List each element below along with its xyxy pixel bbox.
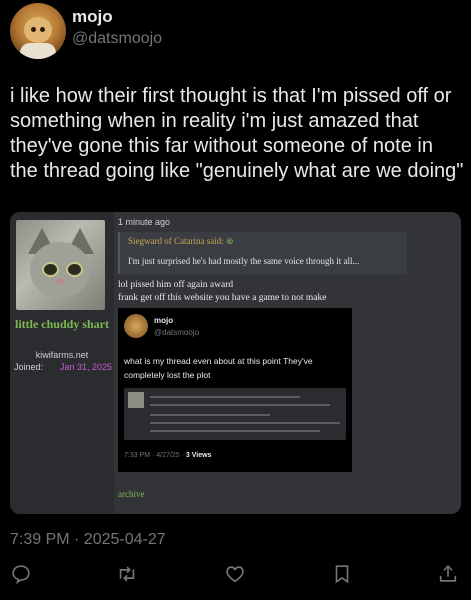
author-handle[interactable]: @datsmoojo <box>72 30 162 48</box>
post-time: 1 minute ago <box>118 217 171 227</box>
quote-text: I'm just surprised he's had mostly the s… <box>128 256 360 266</box>
embedded-text: what is my thread even about at this poi… <box>124 356 313 380</box>
tweet-text: i like how their first thought is that I… <box>10 85 464 182</box>
retweet-icon[interactable] <box>116 563 138 585</box>
quote-jump-icon: ⊛ <box>225 236 234 246</box>
archive-link[interactable]: archive <box>118 489 144 499</box>
embedded-time: 7:33 PM · 4/27/25 · <box>124 452 186 459</box>
quote-block: Siegward of Catarina said: ⊛ I'm just su… <box>118 232 407 274</box>
reply-icon[interactable] <box>10 563 32 585</box>
like-icon[interactable] <box>224 563 246 585</box>
joined-date: Jan 31, 2025 <box>60 362 113 372</box>
quote-author: Siegward of Catarina said: <box>128 236 224 246</box>
embedded-name: mojo <box>154 316 174 325</box>
post-body: 1 minute ago Siegward of Catarina said: … <box>114 212 461 514</box>
embedded-handle: @datsmoojo <box>154 328 200 337</box>
action-bar <box>0 563 471 589</box>
poster-column: little chuddy shart kiwifarms.net Joined… <box>10 212 114 514</box>
poster-site: kiwifarms.net <box>35 350 89 360</box>
poster-name: little chuddy shart <box>14 317 109 331</box>
share-icon[interactable] <box>437 563 459 585</box>
tweet-timestamp[interactable]: 7:39 PM · 2025-04-27 <box>10 531 166 549</box>
reply-line-2: frank get off this website you have a ga… <box>118 293 327 303</box>
author-avatar[interactable] <box>10 3 66 59</box>
reply-line-1: lol pissed him off again award <box>118 280 234 290</box>
bookmark-icon[interactable] <box>331 563 353 585</box>
attached-screenshot[interactable]: little chuddy shart kiwifarms.net Joined… <box>10 212 461 514</box>
author-name[interactable]: mojo <box>72 7 113 27</box>
joined-label: Joined: <box>14 362 44 372</box>
embedded-avatar <box>124 314 148 338</box>
embedded-tweet: mojo @datsmoojo what is my thread even a… <box>117 307 353 473</box>
poster-avatar-cat <box>16 220 105 310</box>
nested-screenshot <box>124 388 346 440</box>
embedded-views: 3 Views <box>185 452 212 459</box>
